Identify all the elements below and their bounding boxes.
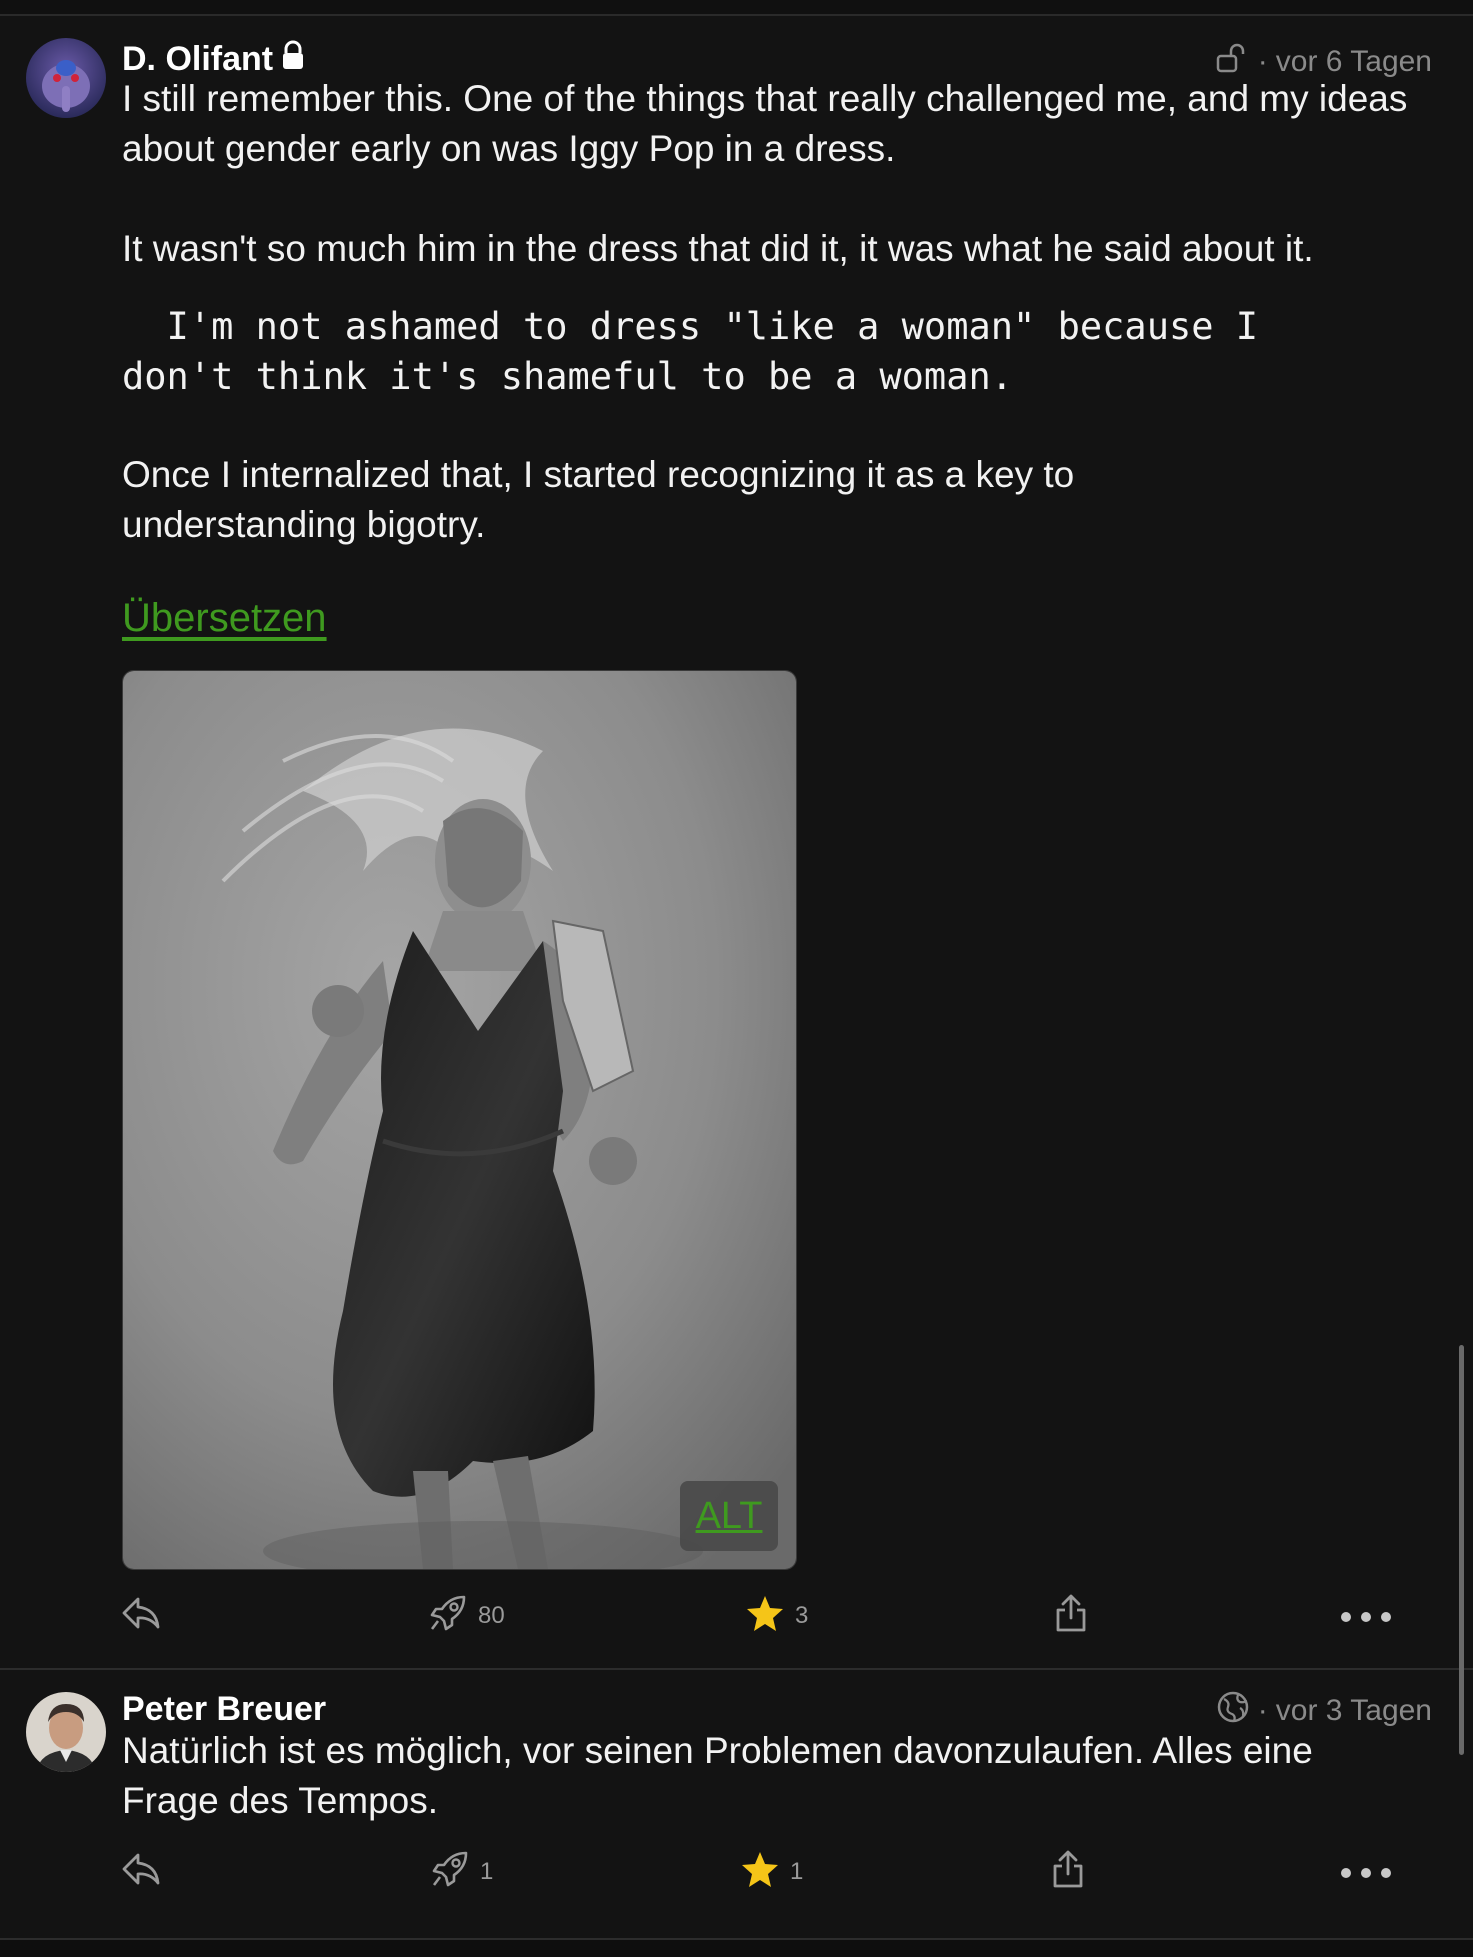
more-options-button[interactable]: [1340, 1842, 1392, 1902]
top-divider: [0, 0, 1473, 16]
avatar[interactable]: [26, 1692, 106, 1772]
media-attachment[interactable]: ALT: [122, 670, 797, 1570]
reply-icon: [120, 1593, 162, 1640]
more-horizontal-icon: [1340, 1602, 1392, 1630]
reply-button[interactable]: [120, 1586, 162, 1646]
code-quote-line: I'm not ashamed to dress "like a woman" …: [122, 305, 1259, 348]
author-name[interactable]: Peter Breuer: [122, 1690, 326, 1729]
share-icon: [1050, 1848, 1086, 1897]
star-icon: [745, 1593, 785, 1640]
post-actions: 80 3: [0, 1586, 1473, 1646]
post-actions: 1 1: [0, 1842, 1473, 1902]
star-icon: [740, 1849, 780, 1896]
share-button[interactable]: [1050, 1842, 1086, 1902]
boost-count: 1: [480, 1858, 494, 1885]
translate-link[interactable]: Übersetzen: [122, 596, 327, 641]
post: D. Olifant · vor 6 Tagen I still remembe…: [0, 16, 1473, 1670]
avatar[interactable]: [26, 38, 106, 118]
meta-separator: ·: [1257, 1694, 1268, 1727]
bottom-divider: [0, 1938, 1473, 1957]
post-content: Natürlich ist es möglich, vor seinen Pro…: [122, 1726, 1412, 1826]
reply-button[interactable]: [120, 1842, 162, 1902]
alt-text-button[interactable]: ALT: [680, 1481, 778, 1551]
favourite-button[interactable]: 3: [745, 1586, 808, 1646]
post-time[interactable]: vor 3 Tagen: [1276, 1694, 1432, 1728]
attached-photo[interactable]: [123, 671, 796, 1569]
more-horizontal-icon: [1340, 1858, 1392, 1886]
rocket-icon: [430, 1849, 470, 1896]
favourite-count: 1: [790, 1858, 804, 1885]
share-icon: [1053, 1592, 1089, 1641]
paragraph: It wasn't so much him in the dress that …: [122, 228, 1314, 269]
favourite-count: 3: [795, 1602, 809, 1629]
post-content: I still remember this. One of the things…: [122, 74, 1412, 550]
more-options-button[interactable]: [1340, 1586, 1392, 1646]
reply-icon: [120, 1849, 162, 1896]
paragraph: I still remember this. One of the things…: [122, 78, 1408, 169]
code-quote-line: don't think it's shameful to be a woman.: [122, 355, 1014, 398]
rocket-icon: [428, 1593, 468, 1640]
paragraph: Once I internalized that, I started reco…: [122, 454, 1075, 545]
boost-button[interactable]: 80: [428, 1586, 505, 1646]
paragraph: Natürlich ist es möglich, vor seinen Pro…: [122, 1730, 1313, 1821]
favourite-button[interactable]: 1: [740, 1842, 803, 1902]
boost-count: 80: [478, 1602, 505, 1629]
share-button[interactable]: [1053, 1586, 1089, 1646]
boost-button[interactable]: 1: [430, 1842, 493, 1902]
post: Peter Breuer · vor 3 Tagen Natürlich ist…: [0, 1670, 1473, 1940]
scrollbar[interactable]: [1459, 1345, 1464, 1755]
